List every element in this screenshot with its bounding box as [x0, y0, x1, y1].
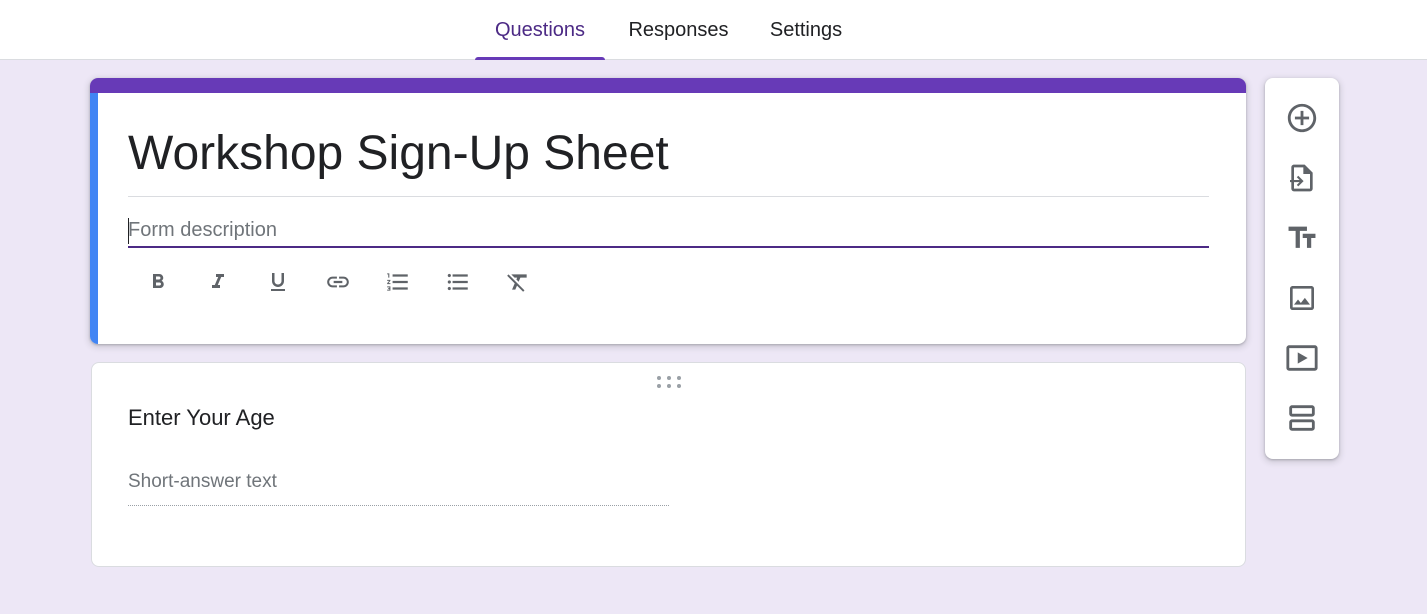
tab-responses[interactable]: Responses: [612, 0, 745, 60]
form-description-input[interactable]: [128, 214, 1209, 248]
header-accent-strip: [90, 78, 1246, 93]
add-video-button[interactable]: [1282, 338, 1322, 378]
text-caret: [128, 218, 129, 244]
top-tab-bar: Questions Responses Settings: [0, 0, 1427, 60]
add-image-icon: [1290, 286, 1314, 310]
import-questions-button[interactable]: [1282, 158, 1322, 198]
numbered-list-button[interactable]: [382, 266, 414, 298]
form-header-card[interactable]: Workshop Sign-Up Sheet: [90, 78, 1246, 344]
active-card-indicator: [90, 93, 98, 344]
bold-icon: [153, 274, 164, 288]
clear-formatting-button[interactable]: [502, 266, 534, 298]
add-section-icon: [1289, 405, 1315, 431]
italic-button[interactable]: [202, 266, 234, 298]
import-questions-icon: [1290, 164, 1313, 192]
title-divider: [128, 196, 1209, 197]
question-title[interactable]: Enter Your Age: [128, 405, 275, 431]
bulleted-list-button[interactable]: [442, 266, 474, 298]
tab-questions[interactable]: Questions: [475, 0, 605, 60]
add-question-icon: [1287, 103, 1317, 133]
add-section-button[interactable]: [1282, 398, 1322, 438]
add-video-icon: [1286, 345, 1318, 371]
add-title-button[interactable]: [1282, 218, 1322, 258]
add-question-button[interactable]: [1282, 98, 1322, 138]
bulleted-list-icon: [447, 273, 468, 291]
underline-icon: [271, 273, 285, 291]
italic-icon: [212, 274, 224, 288]
form-title[interactable]: Workshop Sign-Up Sheet: [128, 126, 669, 182]
drag-handle-icon[interactable]: [656, 375, 682, 389]
short-answer-underline: [128, 505, 669, 506]
add-image-button[interactable]: [1282, 278, 1322, 318]
link-button[interactable]: [322, 266, 354, 298]
question-card[interactable]: Enter Your Age Short-answer text: [91, 362, 1246, 567]
link-icon: [327, 276, 349, 288]
bold-button[interactable]: [142, 266, 174, 298]
side-toolbar: [1265, 78, 1339, 459]
short-answer-placeholder: Short-answer text: [128, 471, 277, 492]
tab-settings[interactable]: Settings: [752, 0, 860, 60]
add-title-icon: [1288, 226, 1316, 248]
numbered-list-icon: [387, 273, 408, 291]
clear-formatting-icon: [507, 274, 527, 292]
underline-button[interactable]: [262, 266, 294, 298]
